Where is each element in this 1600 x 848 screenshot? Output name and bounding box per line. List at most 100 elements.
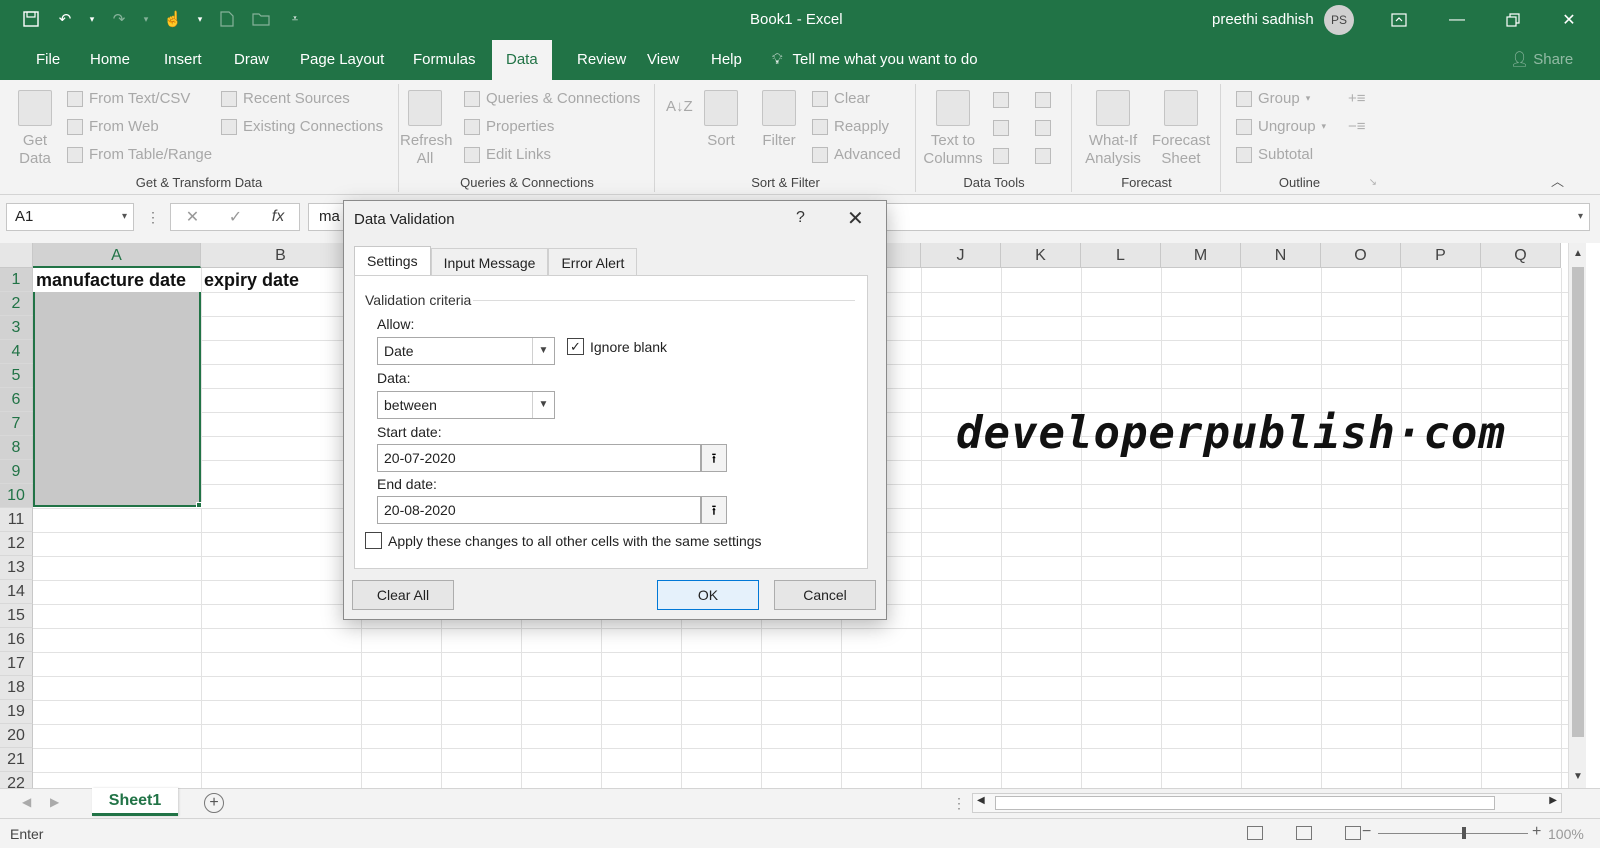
- row-header[interactable]: 11: [0, 508, 33, 532]
- from-web-button[interactable]: From Web: [67, 118, 159, 135]
- scroll-left-icon[interactable]: ◀: [977, 795, 985, 806]
- data-validation-icon[interactable]: [993, 148, 1009, 164]
- scroll-up-icon[interactable]: ▲: [1569, 245, 1587, 263]
- column-header[interactable]: A: [33, 243, 201, 268]
- queries-connections-button[interactable]: Queries & Connections: [464, 90, 640, 107]
- chevron-down-icon[interactable]: ▼: [532, 392, 554, 418]
- column-header[interactable]: M: [1161, 243, 1241, 268]
- start-date-input[interactable]: 20-07-2020: [377, 444, 701, 472]
- tab-view[interactable]: View: [633, 40, 693, 80]
- clear-all-button[interactable]: Clear All: [352, 580, 454, 610]
- new-file-icon[interactable]: [216, 8, 238, 30]
- ok-button[interactable]: OK: [657, 580, 759, 610]
- tab-draw[interactable]: Draw: [220, 40, 283, 80]
- row-header[interactable]: 16: [0, 628, 33, 652]
- zoom-out-icon[interactable]: −: [1362, 823, 1371, 841]
- row-header[interactable]: 7: [0, 412, 33, 436]
- end-date-input[interactable]: 20-08-2020: [377, 496, 701, 524]
- customize-qat-icon[interactable]: ⩡: [284, 8, 306, 30]
- touch-dropdown-icon[interactable]: ▾: [196, 8, 204, 30]
- end-date-range-picker-icon[interactable]: ⭱: [701, 496, 727, 524]
- zoom-slider-knob[interactable]: [1462, 827, 1466, 839]
- cancel-button[interactable]: Cancel: [774, 580, 876, 610]
- horizontal-scroll-thumb[interactable]: [995, 796, 1495, 810]
- tab-data[interactable]: Data: [492, 40, 552, 80]
- tab-formulas[interactable]: Formulas: [399, 40, 490, 80]
- cell-b1[interactable]: expiry date: [204, 270, 299, 291]
- save-icon[interactable]: [20, 8, 42, 30]
- allow-select[interactable]: Date ▼: [377, 337, 555, 365]
- vertical-scrollbar[interactable]: ▲ ▼: [1568, 243, 1586, 788]
- forecast-sheet-button[interactable]: Forecast Sheet: [1149, 90, 1213, 168]
- zoom-in-icon[interactable]: +: [1532, 823, 1541, 841]
- tab-home[interactable]: Home: [76, 40, 144, 80]
- ignore-blank-label[interactable]: Ignore blank: [590, 339, 667, 355]
- tab-input-message[interactable]: Input Message: [430, 248, 549, 276]
- close-icon[interactable]: ✕: [847, 206, 864, 231]
- column-header[interactable]: P: [1401, 243, 1481, 268]
- expand-formula-bar-icon[interactable]: ▾: [1578, 204, 1583, 230]
- row-header[interactable]: 20: [0, 724, 33, 748]
- scroll-thumb[interactable]: [1572, 267, 1584, 737]
- column-header[interactable]: K: [1001, 243, 1081, 268]
- reapply-button[interactable]: Reapply: [812, 118, 889, 135]
- add-sheet-icon[interactable]: +: [204, 793, 224, 813]
- relationships-icon[interactable]: [1035, 120, 1051, 136]
- normal-view-icon[interactable]: [1247, 826, 1263, 840]
- horizontal-scrollbar[interactable]: ◀ ▶: [972, 793, 1562, 813]
- page-break-view-icon[interactable]: [1345, 826, 1361, 840]
- select-all-corner[interactable]: [0, 243, 33, 268]
- cell-a1[interactable]: manufacture date: [36, 270, 186, 291]
- from-table-range-button[interactable]: From Table/Range: [67, 146, 212, 163]
- undo-icon[interactable]: ↶: [54, 8, 76, 30]
- collapse-ribbon-icon[interactable]: ︿: [1551, 171, 1564, 190]
- column-header[interactable]: O: [1321, 243, 1401, 268]
- row-header[interactable]: 3: [0, 316, 33, 340]
- page-layout-view-icon[interactable]: [1296, 826, 1312, 840]
- tab-review[interactable]: Review: [563, 40, 640, 80]
- advanced-button[interactable]: Advanced: [812, 146, 901, 163]
- refresh-all-button[interactable]: Refresh All: [400, 90, 453, 168]
- close-window-icon[interactable]: ✕: [1554, 6, 1584, 34]
- from-text-csv-button[interactable]: From Text/CSV: [67, 90, 190, 107]
- row-header[interactable]: 6: [0, 388, 33, 412]
- row-header[interactable]: 4: [0, 340, 33, 364]
- column-header[interactable]: J: [921, 243, 1001, 268]
- ignore-blank-checkbox[interactable]: ✓: [567, 338, 584, 355]
- column-header[interactable]: B: [201, 243, 361, 268]
- minimize-icon[interactable]: —: [1442, 6, 1472, 34]
- tab-split-grip-icon[interactable]: ⋮: [952, 795, 966, 812]
- name-box[interactable]: A1 ▾: [6, 203, 134, 231]
- ribbon-display-options-icon[interactable]: [1384, 6, 1414, 34]
- tab-insert[interactable]: Insert: [150, 40, 216, 80]
- tab-page-layout[interactable]: Page Layout: [286, 40, 398, 80]
- group-button[interactable]: Group ▾: [1236, 90, 1310, 107]
- tell-me-search[interactable]: 💡︎ Tell me what you want to do: [772, 40, 978, 80]
- sort-az-button[interactable]: A↓Z: [666, 98, 693, 116]
- sort-button[interactable]: Sort: [696, 90, 746, 150]
- redo-dropdown-icon[interactable]: ▾: [142, 8, 150, 30]
- hide-detail-icon[interactable]: −≡: [1348, 118, 1366, 135]
- filter-button[interactable]: Filter: [754, 90, 804, 150]
- zoom-slider[interactable]: [1378, 833, 1528, 834]
- flash-fill-icon[interactable]: [993, 92, 1009, 108]
- edit-links-button[interactable]: Edit Links: [464, 146, 551, 163]
- restore-icon[interactable]: [1498, 6, 1528, 34]
- undo-dropdown-icon[interactable]: ▾: [88, 8, 96, 30]
- row-header[interactable]: 8: [0, 436, 33, 460]
- column-header[interactable]: Q: [1481, 243, 1561, 268]
- next-sheet-icon[interactable]: ▶: [50, 795, 59, 809]
- tab-help[interactable]: Help: [697, 40, 756, 80]
- row-header[interactable]: 14: [0, 580, 33, 604]
- ungroup-button[interactable]: Ungroup ▾: [1236, 118, 1326, 135]
- text-to-columns-button[interactable]: Text to Columns: [921, 90, 985, 168]
- row-header[interactable]: 15: [0, 604, 33, 628]
- open-file-icon[interactable]: [250, 8, 272, 30]
- tab-settings[interactable]: Settings: [354, 246, 431, 276]
- touch-mode-icon[interactable]: ☝: [162, 8, 184, 30]
- sheet-tab[interactable]: Sheet1: [92, 788, 178, 816]
- row-header[interactable]: 1: [0, 268, 33, 292]
- cancel-entry-icon[interactable]: ✕: [186, 207, 199, 227]
- get-data-button[interactable]: Get Data: [10, 90, 60, 168]
- data-operator-select[interactable]: between ▼: [377, 391, 555, 419]
